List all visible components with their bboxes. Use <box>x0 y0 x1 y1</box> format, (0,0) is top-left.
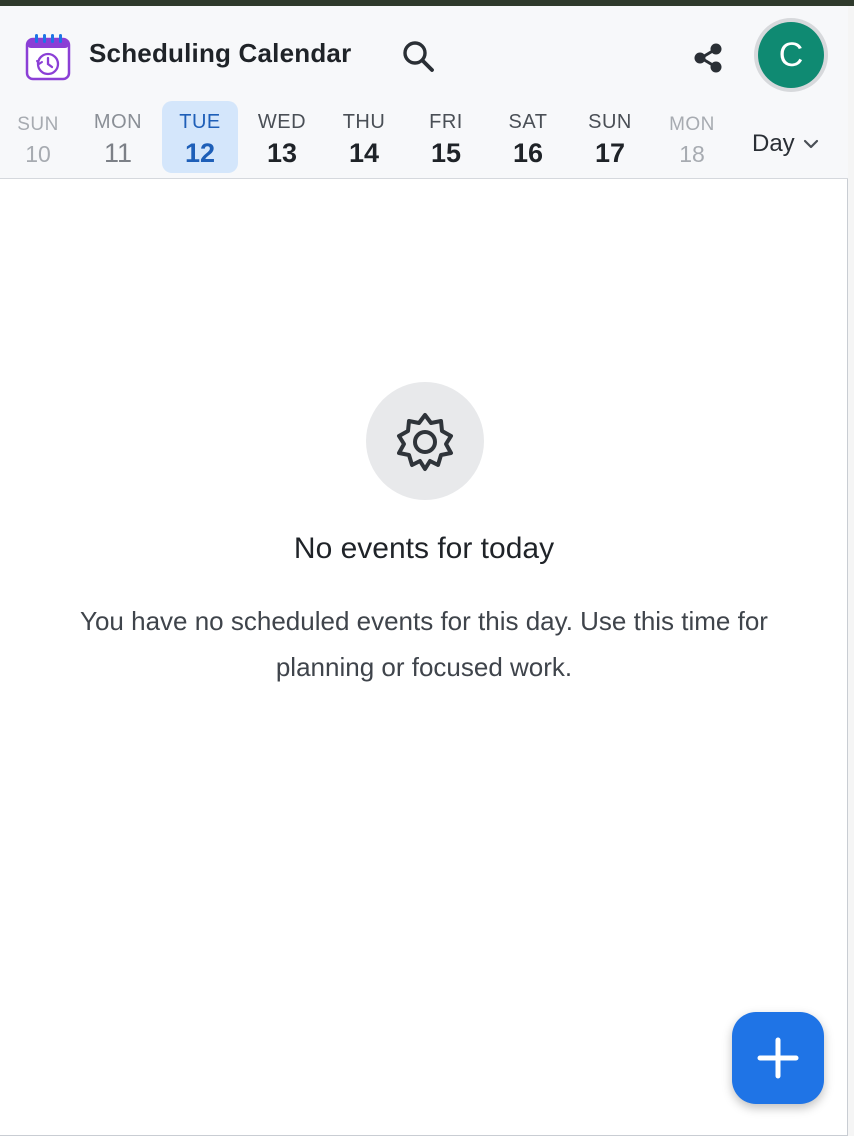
add-event-button[interactable] <box>732 1012 824 1104</box>
chevron-down-icon <box>803 139 818 149</box>
share-button[interactable] <box>688 38 728 78</box>
empty-state-icon-circle <box>366 382 484 500</box>
app-window: Scheduling Calendar C SUN 10 MON 11 TUE … <box>0 0 854 1144</box>
app-title: Scheduling Calendar <box>89 38 352 68</box>
day-name: FRI <box>429 111 463 133</box>
day-number: 13 <box>266 138 298 168</box>
day-name: THU <box>342 111 386 133</box>
day-name: TUE <box>179 111 221 133</box>
calendar-clock-icon <box>24 32 72 82</box>
day-number: 14 <box>348 138 380 168</box>
empty-state-title: No events for today <box>293 532 555 565</box>
week-day-strip: SUN 10 MON 11 TUE 12 WED 13 THU 14 FRI 1… <box>0 101 740 173</box>
day-number: 12 <box>184 138 216 168</box>
day-number: 17 <box>594 138 626 168</box>
avatar-letter: C <box>758 22 824 88</box>
day-mon-18[interactable]: MON 18 <box>654 101 730 173</box>
user-avatar[interactable]: C <box>754 18 828 92</box>
search-icon <box>403 41 434 72</box>
day-tue-12-selected[interactable]: TUE 12 <box>162 101 238 173</box>
search-button[interactable] <box>398 36 438 76</box>
day-name: MON <box>669 114 715 135</box>
day-name: WED <box>257 111 307 133</box>
day-name: MON <box>93 111 143 133</box>
day-thu-14[interactable]: THU 14 <box>326 101 402 173</box>
day-mon-11[interactable]: MON 11 <box>80 101 156 173</box>
gear-icon <box>397 413 453 471</box>
view-mode-label: Day <box>752 130 795 157</box>
day-number: 15 <box>430 138 462 168</box>
day-number: 18 <box>679 141 705 167</box>
day-sun-10[interactable]: SUN 10 <box>0 101 76 173</box>
day-wed-13[interactable]: WED 13 <box>244 101 320 173</box>
day-name: SUN <box>588 111 632 133</box>
calendar-header: Scheduling Calendar C SUN 10 MON 11 TUE … <box>0 6 848 179</box>
day-number: 10 <box>25 141 51 167</box>
day-sat-16[interactable]: SAT 16 <box>490 101 566 173</box>
day-name: SAT <box>508 111 548 133</box>
plus-icon <box>757 1037 799 1079</box>
view-mode-dropdown[interactable]: Day <box>752 126 819 162</box>
share-icon <box>694 43 722 73</box>
empty-state-description: You have no scheduled events for this da… <box>80 606 768 682</box>
day-name: SUN <box>17 114 59 135</box>
background-window-bottom <box>0 1136 854 1144</box>
calendar-panel: Scheduling Calendar C SUN 10 MON 11 TUE … <box>0 6 848 1136</box>
background-window-edge <box>848 6 854 1136</box>
day-number: 16 <box>512 138 544 168</box>
day-sun-17[interactable]: SUN 17 <box>572 101 648 173</box>
day-fri-15[interactable]: FRI 15 <box>408 101 484 173</box>
day-number: 11 <box>103 138 133 168</box>
